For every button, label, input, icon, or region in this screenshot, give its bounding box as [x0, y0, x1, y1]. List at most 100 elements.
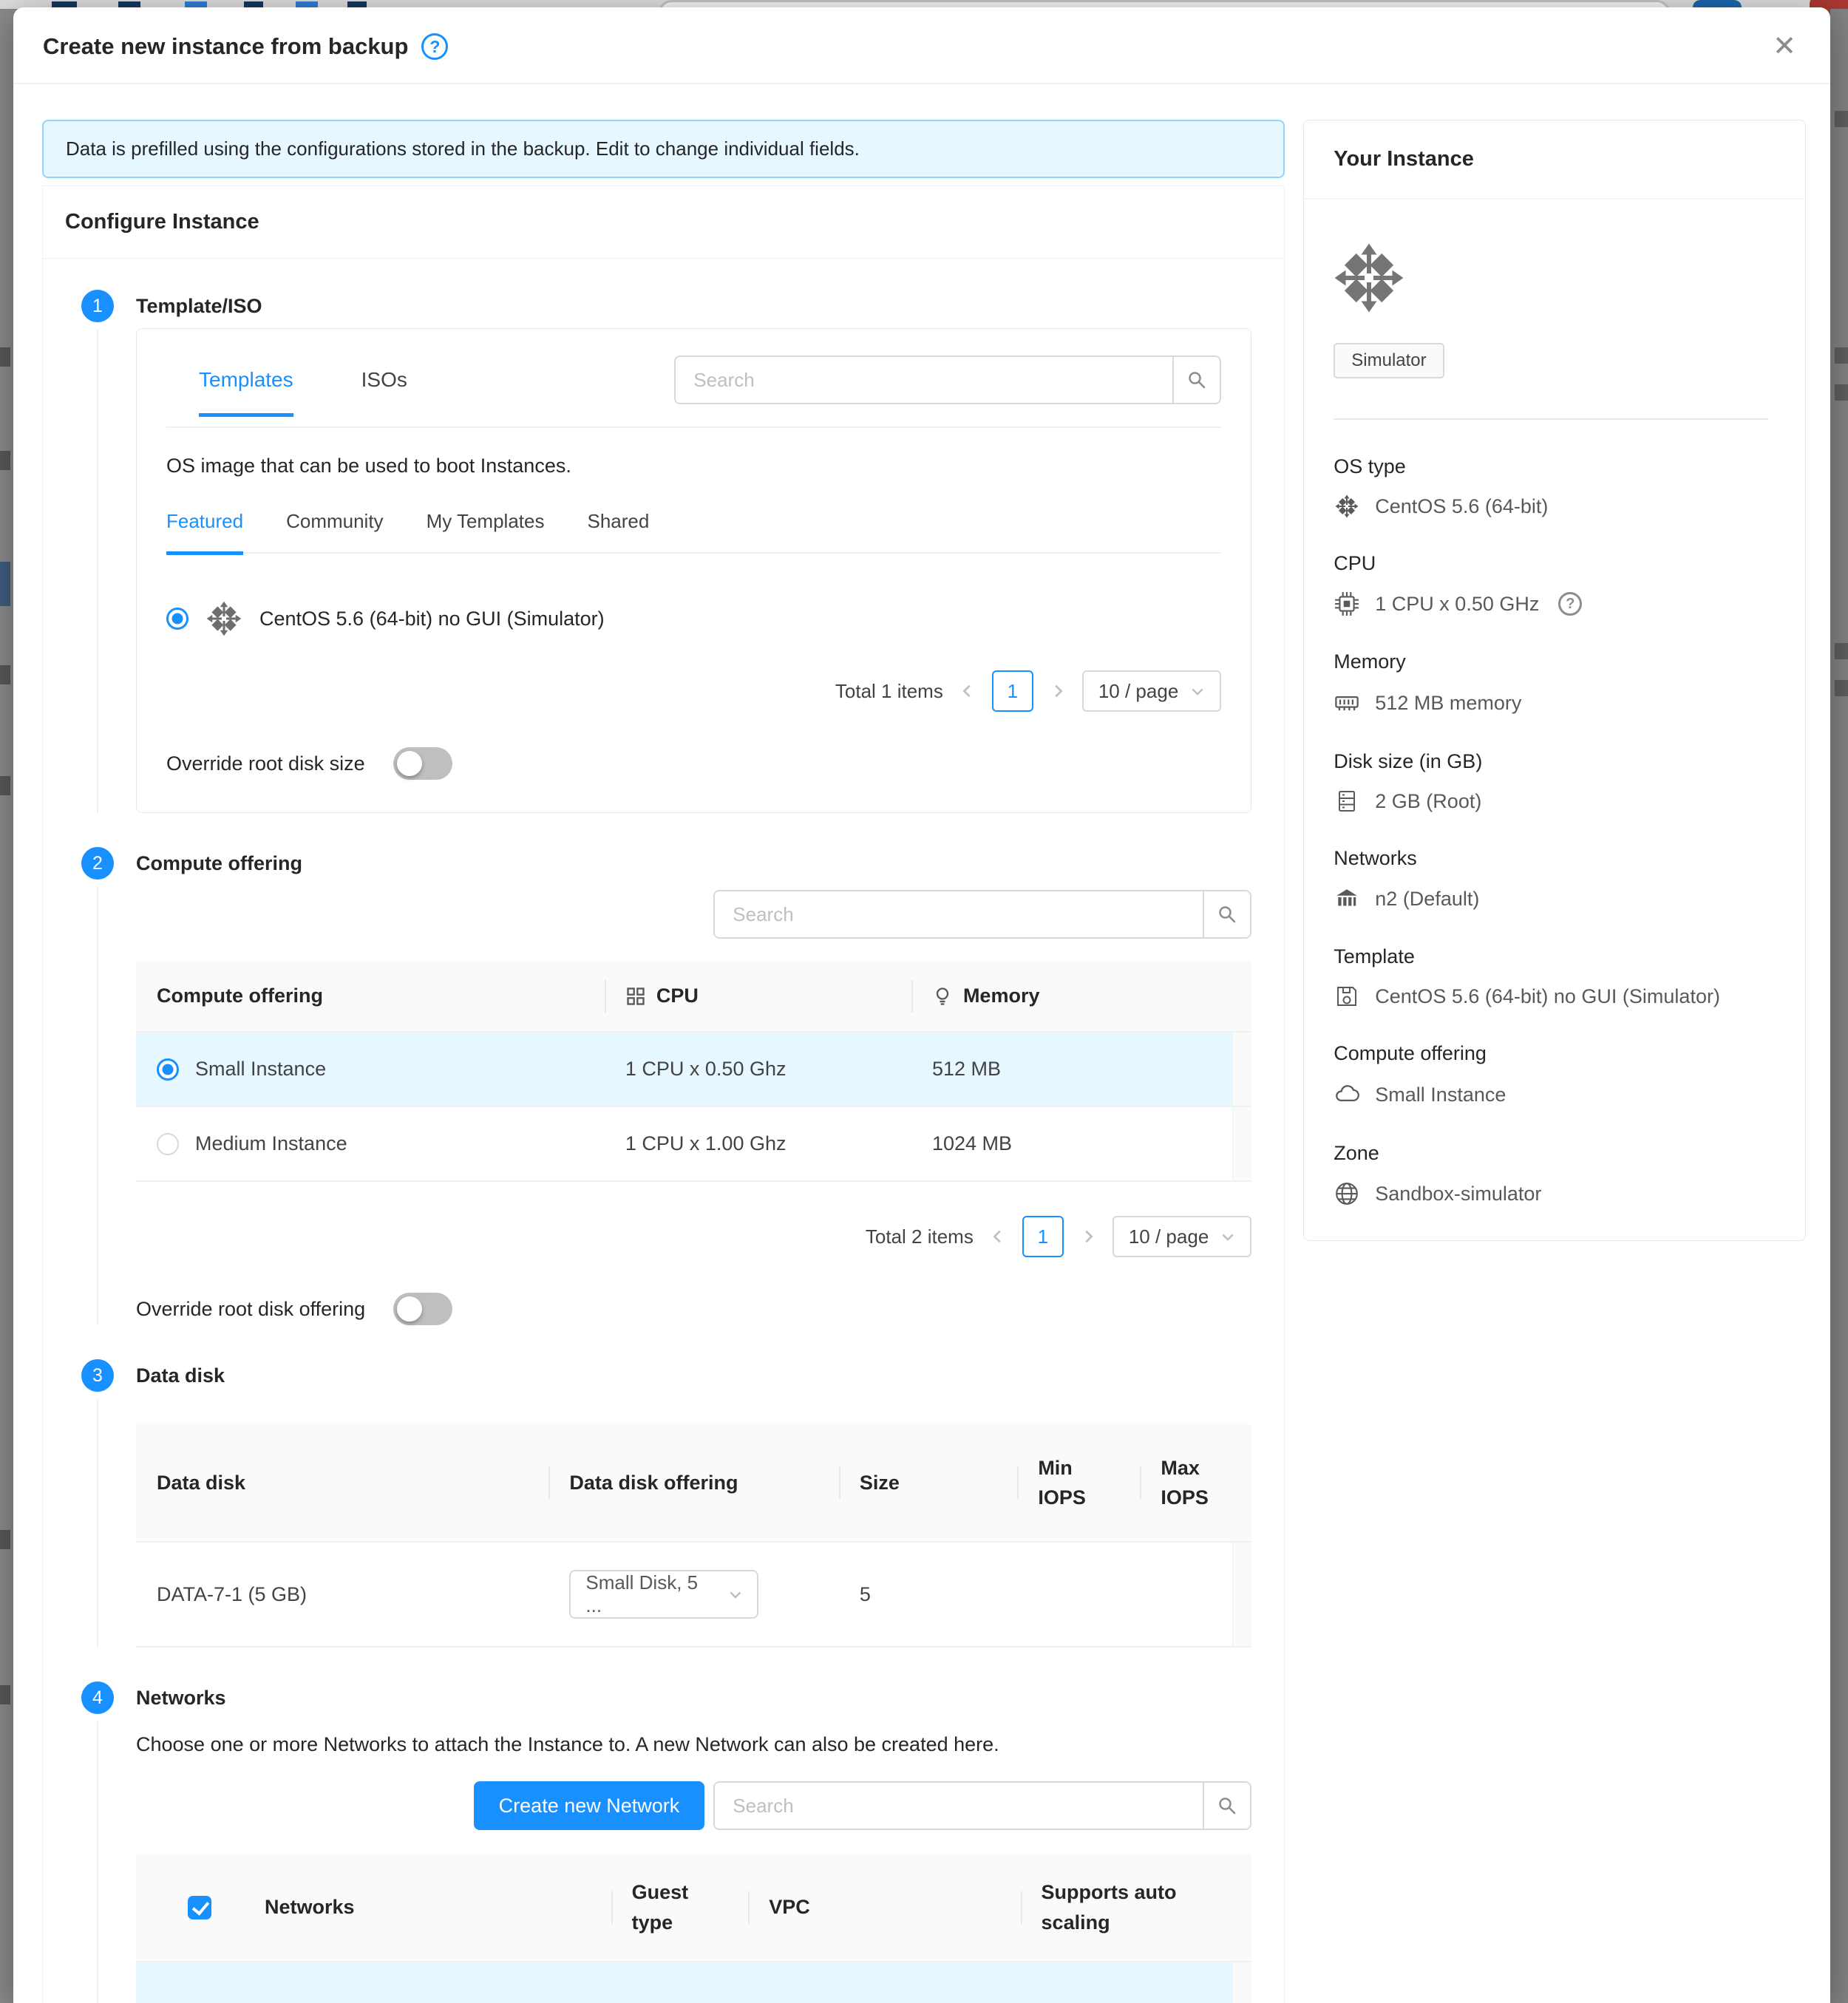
network-bank-icon [1334, 886, 1360, 911]
offering-memory: 512 MB [911, 1033, 1232, 1106]
template-search [674, 356, 1221, 404]
disk-offering-select[interactable]: Small Disk, 5 ... [569, 1570, 758, 1619]
subtab-featured[interactable]: Featured [166, 510, 243, 533]
table-scrollbar[interactable] [1232, 1107, 1251, 1180]
subtab-my-templates[interactable]: My Templates [427, 510, 545, 533]
col-memory-label: Memory [963, 985, 1040, 1007]
background-text [0, 562, 10, 606]
override-root-disk-size-label: Override root disk size [166, 752, 365, 775]
disk-offering-value: Small Disk, 5 ... [585, 1571, 717, 1617]
subtab-community[interactable]: Community [286, 510, 383, 533]
network-guest-type: Isolated [611, 1987, 749, 2003]
override-root-disk-size-toggle[interactable] [393, 747, 452, 780]
table-scrollbar[interactable] [1232, 1033, 1251, 1106]
divider [1334, 418, 1768, 420]
network-row-n2[interactable]: + n2 Isolated Yes [136, 1962, 1251, 2003]
chevron-down-icon [1220, 1229, 1235, 1244]
compute-radio-small[interactable] [157, 1058, 179, 1081]
simulator-tag: Simulator [1334, 343, 1444, 378]
compute-row-small[interactable]: Small Instance 1 CPU x 0.50 Ghz 512 MB [136, 1033, 1251, 1107]
chevron-right-icon[interactable] [1080, 1228, 1096, 1245]
search-button[interactable] [1203, 891, 1250, 937]
page-size-select[interactable]: 10 / page [1112, 1216, 1251, 1257]
tab-isos[interactable]: ISOs [361, 368, 407, 392]
disk-database-icon [1334, 789, 1360, 813]
summary-zone: Zone Sandbox-simulator [1334, 1142, 1776, 1206]
chevron-down-icon [1190, 684, 1205, 698]
tab-templates[interactable]: Templates [199, 368, 293, 392]
offering-name: Medium Instance [195, 1132, 347, 1155]
help-icon[interactable]: ? [421, 33, 448, 60]
close-icon[interactable]: ✕ [1773, 33, 1796, 61]
data-disk-max-iops [1140, 1559, 1232, 1630]
override-root-disk-offering-label: Override root disk offering [136, 1298, 365, 1321]
compute-row-medium[interactable]: Medium Instance 1 CPU x 1.00 Ghz 1024 MB [136, 1107, 1251, 1182]
col-size: Size [839, 1448, 1017, 1518]
centos-logo-icon [1334, 494, 1360, 518]
compute-radio-medium[interactable] [157, 1133, 179, 1155]
step-4-number: 4 [92, 1687, 103, 1709]
summary-label: OS type [1334, 455, 1776, 478]
col-networks: Networks [244, 1872, 611, 1942]
col-data-disk: Data disk [136, 1448, 548, 1518]
summary-label: Compute offering [1334, 1042, 1776, 1065]
step-1-number: 1 [92, 296, 103, 317]
summary-networks: Networks n2 (Default) [1334, 847, 1776, 911]
table-scrollbar[interactable] [1232, 1962, 1251, 2003]
step-2-indicator: 2 [81, 847, 114, 880]
col-data-disk-offering: Data disk offering [548, 1448, 838, 1518]
search-button[interactable] [1172, 357, 1220, 403]
template-search-input[interactable] [676, 357, 1172, 403]
summary-memory: Memory 512 MB memory [1334, 650, 1776, 716]
networks-table: Networks Guest type VPC Supports auto sc… [136, 1854, 1251, 2003]
background-text [0, 347, 10, 367]
search-icon [1214, 1794, 1240, 1817]
step-1-title: Template/ISO [136, 290, 1284, 322]
create-new-network-button[interactable]: Create new Network [474, 1781, 705, 1830]
background-text [1835, 111, 1848, 127]
summary-value: Sandbox-simulator [1375, 1183, 1541, 1205]
data-disk-min-iops [1017, 1559, 1140, 1630]
grid-icon [625, 986, 646, 1007]
globe-icon [1334, 1181, 1360, 1206]
chevron-right-icon[interactable] [1050, 683, 1066, 699]
table-scrollbar[interactable] [1232, 1543, 1251, 1646]
col-vpc: VPC [748, 1872, 1020, 1942]
step-4-indicator: 4 [81, 1681, 114, 1714]
select-all-checkbox[interactable] [188, 1896, 211, 1919]
networks-search-input[interactable] [715, 1783, 1203, 1829]
data-disk-size: 5 [839, 1558, 1017, 1631]
table-scrollbar [1232, 1424, 1251, 1541]
summary-value: n2 (Default) [1375, 888, 1479, 911]
template-radio[interactable] [166, 608, 188, 630]
background-text [1835, 643, 1848, 659]
help-icon[interactable]: ? [1558, 592, 1582, 616]
compute-search-input[interactable] [715, 891, 1203, 937]
modal-title: Create new instance from backup [43, 33, 408, 60]
chevron-left-icon[interactable] [959, 683, 976, 699]
page-size-select[interactable]: 10 / page [1082, 670, 1221, 712]
configure-title: Configure Instance [43, 186, 1284, 259]
summary-label: CPU [1334, 552, 1776, 575]
step-3-number: 3 [92, 1365, 103, 1387]
step-4-title: Networks [136, 1681, 1284, 1714]
offering-name: Small Instance [195, 1058, 326, 1081]
modal-header: Create new instance from backup ? ✕ [13, 7, 1830, 84]
centos-logo-icon [1334, 242, 1776, 313]
subtab-shared[interactable]: Shared [587, 510, 649, 533]
your-instance-panel: Your Instance [1303, 120, 1806, 1241]
chevron-left-icon[interactable] [990, 1228, 1006, 1245]
template-option-row[interactable]: CentOS 5.6 (64-bit) no GUI (Simulator) [166, 601, 1221, 636]
step-3-indicator: 3 [81, 1359, 114, 1392]
col-cpu: CPU [605, 961, 911, 1031]
override-root-disk-offering-toggle[interactable] [393, 1293, 452, 1325]
pagination-page-1[interactable]: 1 [1022, 1216, 1064, 1257]
search-button[interactable] [1203, 1783, 1250, 1829]
step-data-disk: 3 Data disk Data disk Data disk offering [81, 1359, 1284, 1647]
screen: Create new instance from backup ? ✕ Data… [0, 0, 1848, 2003]
step-2-number: 2 [92, 853, 103, 874]
summary-label: Disk size (in GB) [1334, 750, 1776, 773]
background-text [0, 665, 10, 684]
step-connector [97, 1399, 98, 1647]
pagination-page-1[interactable]: 1 [992, 670, 1033, 712]
